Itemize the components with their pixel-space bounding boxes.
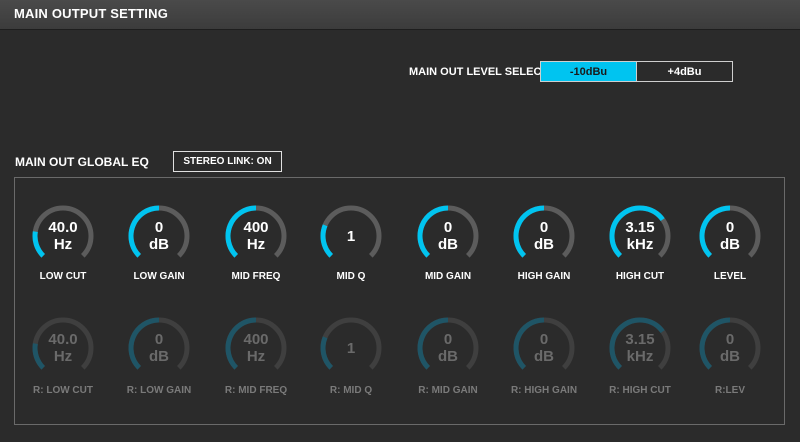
knob-r-high-cut[interactable]: 3.15 kHz <box>608 316 672 380</box>
knob-value-arc <box>320 224 334 258</box>
knob-label-high-gain: HIGH GAIN <box>517 271 571 282</box>
knob-value-arc <box>225 317 257 370</box>
knob-arc-r-high-gain <box>513 317 575 370</box>
knob-label-r-low-gain: R: LOW GAIN <box>126 385 192 396</box>
knob-value-arc <box>699 205 731 258</box>
knob-arc-r-low-cut <box>32 317 94 370</box>
knob-label-r-lev: R:LEV <box>715 385 745 396</box>
knob-label-mid-freq: MID FREQ <box>231 271 281 282</box>
knob-high-gain[interactable]: 0 dB <box>512 204 576 268</box>
knob-arc-r-lev <box>699 317 761 370</box>
knob-value-arc <box>417 317 449 370</box>
knob-r-high-gain[interactable]: 0 dB <box>512 316 576 380</box>
knob-label-mid-gain: MID GAIN <box>424 271 472 282</box>
knob-arc-r-mid-q <box>320 317 382 370</box>
knob-value-arc <box>699 317 731 370</box>
level-select-label: MAIN OUT LEVEL SELECT <box>409 66 549 78</box>
knob-track <box>320 317 382 370</box>
knob-label-level: LEVEL <box>713 271 747 282</box>
knob-r-mid-q[interactable]: 1 <box>319 316 383 380</box>
knob-mid-freq[interactable]: 400 Hz <box>224 204 288 268</box>
knob-value-arc <box>32 231 46 258</box>
knob-value-arc <box>417 205 449 258</box>
knob-value-arc <box>513 317 545 370</box>
knob-arc-low-gain <box>128 205 190 258</box>
knob-arc-r-low-gain <box>128 317 190 370</box>
knob-value-arc <box>225 205 257 258</box>
knob-label-r-mid-freq: R: MID FREQ <box>224 385 288 396</box>
page-title: MAIN OUTPUT SETTING <box>14 6 169 21</box>
knob-label-r-mid-gain: R: MID GAIN <box>418 385 478 396</box>
knob-label-low-gain: LOW GAIN <box>133 271 185 282</box>
knob-arc-r-high-cut <box>609 317 671 370</box>
knob-r-low-gain[interactable]: 0 dB <box>127 316 191 380</box>
level-option-minus10dbu[interactable]: -10dBu <box>541 62 636 81</box>
knob-r-mid-freq[interactable]: 400 Hz <box>224 316 288 380</box>
knob-mid-q[interactable]: 1 <box>319 204 383 268</box>
knob-mid-gain[interactable]: 0 dB <box>416 204 480 268</box>
knob-r-low-cut[interactable]: 40.0 Hz <box>31 316 95 380</box>
knob-arc-r-mid-freq <box>225 317 287 370</box>
knob-arc-r-mid-gain <box>417 317 479 370</box>
knob-arc-low-cut <box>32 205 94 258</box>
knob-arc-high-gain <box>513 205 575 258</box>
knob-label-r-high-gain: R: HIGH GAIN <box>510 385 578 396</box>
knob-track <box>32 205 94 258</box>
title-bar: MAIN OUTPUT SETTING <box>0 0 800 30</box>
knob-high-cut[interactable]: 3.15 kHz <box>608 204 672 268</box>
knob-arc-level <box>699 205 761 258</box>
knob-low-cut[interactable]: 40.0 Hz <box>31 204 95 268</box>
knob-value-arc <box>128 317 160 370</box>
knob-arc-high-cut <box>609 205 671 258</box>
stereo-link-button[interactable]: STEREO LINK: ON <box>173 151 282 172</box>
knob-arc-mid-gain <box>417 205 479 258</box>
knob-label-low-cut: LOW CUT <box>39 271 87 282</box>
knob-value-arc <box>320 336 334 370</box>
knob-label-mid-q: MID Q <box>336 271 366 282</box>
knob-r-mid-gain[interactable]: 0 dB <box>416 316 480 380</box>
level-select: -10dBu +4dBu <box>540 61 733 82</box>
level-option-plus4dbu[interactable]: +4dBu <box>636 62 732 81</box>
knob-track <box>32 317 94 370</box>
eq-section-title: MAIN OUT GLOBAL EQ <box>15 155 149 169</box>
knob-track <box>320 205 382 258</box>
knob-value-arc <box>513 205 545 258</box>
knob-low-gain[interactable]: 0 dB <box>127 204 191 268</box>
knob-value-arc <box>609 205 665 258</box>
knob-value-arc <box>609 317 665 370</box>
knob-level[interactable]: 0 dB <box>698 204 762 268</box>
knob-label-r-mid-q: R: MID Q <box>329 385 373 396</box>
knob-value-arc <box>32 343 46 370</box>
knob-arc-mid-freq <box>225 205 287 258</box>
knob-label-r-low-cut: R: LOW CUT <box>33 385 93 396</box>
knob-arc-mid-q <box>320 205 382 258</box>
knob-r-lev[interactable]: 0 dB <box>698 316 762 380</box>
eq-panel: 40.0 Hz LOW CUT 0 dB LOW GAIN 400 Hz MID FREQ 1 MI… <box>14 177 785 425</box>
knob-value-arc <box>128 205 160 258</box>
